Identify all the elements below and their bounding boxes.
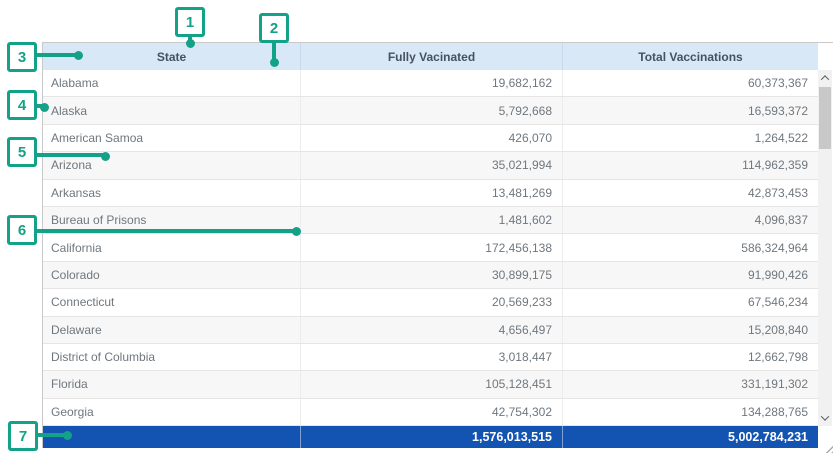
chevron-up-icon bbox=[821, 75, 829, 83]
report-canvas: State Fully Vacinated Total Vaccinations… bbox=[0, 0, 833, 453]
callout-6-number: 6 bbox=[18, 222, 26, 239]
callout-3-box: 3 bbox=[7, 42, 37, 72]
fully-vacinated-cell[interactable]: 19,682,162 bbox=[301, 70, 563, 96]
table-row[interactable]: District of Columbia3,018,44712,662,798 bbox=[43, 344, 818, 371]
callout-1-dot bbox=[186, 39, 195, 48]
callout-5-box: 5 bbox=[7, 137, 37, 167]
table-header-row: State Fully Vacinated Total Vaccinations bbox=[43, 43, 818, 70]
total-vaccinations-cell[interactable]: 1,264,522 bbox=[563, 125, 818, 151]
callout-7-line bbox=[37, 433, 66, 437]
callout-3-line bbox=[36, 53, 77, 57]
total-vaccinations-cell[interactable]: 586,324,964 bbox=[563, 234, 818, 260]
total-vaccinations-cell[interactable]: 114,962,359 bbox=[563, 152, 818, 178]
callout-4-dot bbox=[40, 103, 49, 112]
fully-vacinated-cell[interactable]: 105,128,451 bbox=[301, 371, 563, 397]
callout-4-box: 4 bbox=[7, 90, 37, 120]
callout-1-box: 1 bbox=[175, 7, 205, 37]
fully-vacinated-cell[interactable]: 4,656,497 bbox=[301, 317, 563, 343]
fully-vacinated-cell[interactable]: 35,021,994 bbox=[301, 152, 563, 178]
table-row[interactable]: Colorado30,899,17591,990,426 bbox=[43, 262, 818, 289]
state-cell[interactable]: Colorado bbox=[43, 262, 301, 288]
table-row[interactable]: Connecticut20,569,23367,546,234 bbox=[43, 289, 818, 316]
callout-6-box: 6 bbox=[7, 215, 37, 245]
total-vaccinations-cell[interactable]: 91,990,426 bbox=[563, 262, 818, 288]
total-vaccinations-cell[interactable]: 16,593,372 bbox=[563, 97, 818, 123]
fully-vacinated-cell[interactable]: 426,070 bbox=[301, 125, 563, 151]
callout-7-dot bbox=[63, 431, 72, 440]
callout-1-number: 1 bbox=[186, 14, 194, 31]
state-cell[interactable]: District of Columbia bbox=[43, 344, 301, 370]
total-fully-vacinated-cell: 1,576,013,515 bbox=[301, 426, 563, 448]
fully-vacinated-cell[interactable]: 172,456,138 bbox=[301, 234, 563, 260]
callout-2-dot bbox=[270, 58, 279, 67]
total-state-cell bbox=[43, 426, 301, 448]
vertical-scrollbar[interactable] bbox=[818, 70, 832, 426]
callout-3-dot bbox=[74, 51, 83, 60]
callout-7-number: 7 bbox=[19, 428, 27, 445]
table-row[interactable]: California172,456,138586,324,964 bbox=[43, 234, 818, 261]
fully-vacinated-cell[interactable]: 1,481,602 bbox=[301, 207, 563, 233]
total-vaccinations-cell[interactable]: 12,662,798 bbox=[563, 344, 818, 370]
state-cell[interactable]: Florida bbox=[43, 371, 301, 397]
fully-vacinated-cell[interactable]: 42,754,302 bbox=[301, 399, 563, 425]
table-row[interactable]: Alabama19,682,16260,373,367 bbox=[43, 70, 818, 97]
fully-vacinated-cell[interactable]: 3,018,447 bbox=[301, 344, 563, 370]
column-header-total-vaccinations[interactable]: Total Vaccinations bbox=[563, 43, 818, 70]
callout-6-line bbox=[36, 229, 294, 233]
column-header-fully-vacinated[interactable]: Fully Vacinated bbox=[301, 43, 563, 70]
state-cell[interactable]: Georgia bbox=[43, 399, 301, 425]
fully-vacinated-cell[interactable]: 20,569,233 bbox=[301, 289, 563, 315]
chevron-down-icon bbox=[821, 412, 829, 420]
table-row[interactable]: Arizona35,021,994114,962,359 bbox=[43, 152, 818, 179]
table-row[interactable]: Delaware4,656,49715,208,840 bbox=[43, 317, 818, 344]
callout-7-box: 7 bbox=[8, 421, 38, 451]
state-cell[interactable]: Delaware bbox=[43, 317, 301, 343]
state-cell[interactable]: Connecticut bbox=[43, 289, 301, 315]
table-body: Alabama19,682,16260,373,367Alaska5,792,6… bbox=[43, 70, 818, 426]
scroll-down-button[interactable] bbox=[818, 410, 832, 426]
table-total-row: 1,576,013,515 5,002,784,231 bbox=[43, 426, 818, 448]
callout-5-line bbox=[36, 153, 104, 157]
fully-vacinated-cell[interactable]: 5,792,668 bbox=[301, 97, 563, 123]
callout-3-number: 3 bbox=[18, 49, 26, 66]
callout-2-box: 2 bbox=[259, 13, 289, 43]
state-cell[interactable]: Alabama bbox=[43, 70, 301, 96]
fully-vacinated-cell[interactable]: 30,899,175 bbox=[301, 262, 563, 288]
total-vaccinations-cell[interactable]: 42,873,453 bbox=[563, 180, 818, 206]
table-row[interactable]: Arkansas13,481,26942,873,453 bbox=[43, 180, 818, 207]
callout-5-number: 5 bbox=[18, 144, 26, 161]
table-row[interactable]: Florida105,128,451331,191,302 bbox=[43, 371, 818, 398]
list-table: State Fully Vacinated Total Vaccinations… bbox=[42, 42, 833, 448]
fully-vacinated-cell[interactable]: 13,481,269 bbox=[301, 180, 563, 206]
total-vaccinations-cell[interactable]: 15,208,840 bbox=[563, 317, 818, 343]
state-cell[interactable]: Alaska bbox=[43, 97, 301, 123]
state-cell[interactable]: Arkansas bbox=[43, 180, 301, 206]
callout-2-number: 2 bbox=[270, 20, 278, 37]
resize-grip-icon[interactable] bbox=[824, 445, 833, 453]
callout-5-dot bbox=[101, 152, 110, 161]
total-vaccinations-cell[interactable]: 67,546,234 bbox=[563, 289, 818, 315]
callout-6-dot bbox=[292, 227, 301, 236]
scroll-up-button[interactable] bbox=[818, 70, 832, 86]
total-vaccinations-cell[interactable]: 4,096,837 bbox=[563, 207, 818, 233]
total-vaccinations-cell[interactable]: 60,373,367 bbox=[563, 70, 818, 96]
total-vaccinations-cell: 5,002,784,231 bbox=[563, 426, 818, 448]
table-row[interactable]: Georgia42,754,302134,288,765 bbox=[43, 399, 818, 426]
total-vaccinations-cell[interactable]: 331,191,302 bbox=[563, 371, 818, 397]
total-vaccinations-cell[interactable]: 134,288,765 bbox=[563, 399, 818, 425]
state-cell[interactable]: California bbox=[43, 234, 301, 260]
scrollbar-thumb[interactable] bbox=[819, 87, 831, 149]
table-row[interactable]: Alaska5,792,66816,593,372 bbox=[43, 97, 818, 124]
callout-4-number: 4 bbox=[18, 97, 26, 114]
table-row[interactable]: American Samoa426,0701,264,522 bbox=[43, 125, 818, 152]
state-cell[interactable]: American Samoa bbox=[43, 125, 301, 151]
